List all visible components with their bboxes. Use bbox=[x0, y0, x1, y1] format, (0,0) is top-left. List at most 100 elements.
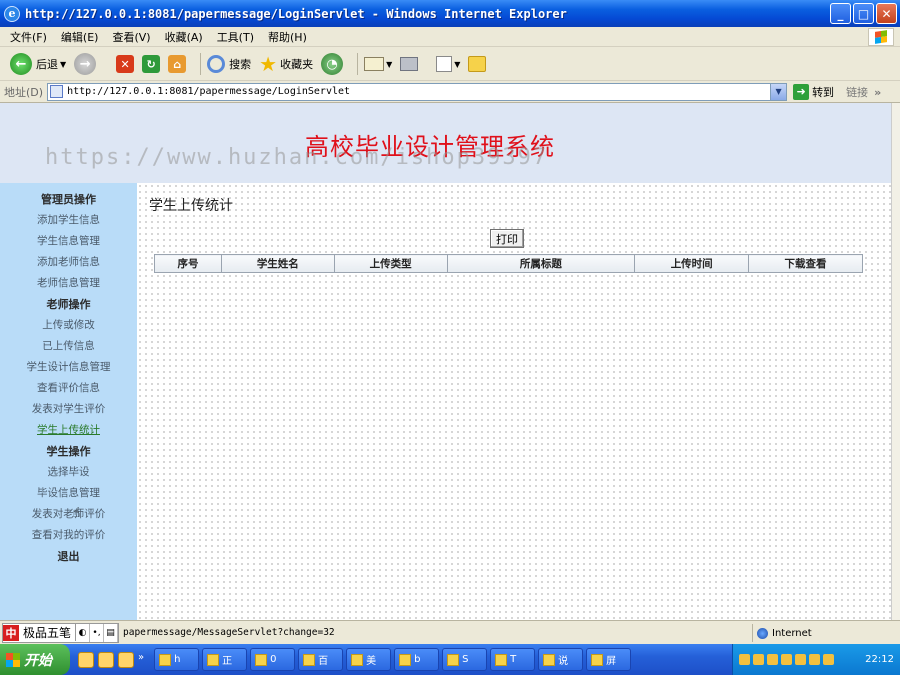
window-title-bar[interactable]: e http://127.0.0.1:8081/papermessage/Log… bbox=[0, 0, 900, 27]
close-button[interactable]: ✕ bbox=[876, 3, 897, 24]
tray-icon[interactable] bbox=[795, 654, 806, 665]
taskbar-button[interactable]: h bbox=[154, 648, 200, 671]
taskbar-button[interactable]: 百 bbox=[298, 648, 344, 671]
print-toolbar-button[interactable] bbox=[400, 57, 419, 71]
security-zone: Internet bbox=[752, 624, 892, 642]
home-button[interactable]: ⌂ bbox=[168, 55, 187, 73]
favorites-button[interactable]: ★ 收藏夹 bbox=[259, 54, 313, 74]
address-url: http://127.0.0.1:8081/papermessage/Login… bbox=[67, 86, 351, 97]
links-button[interactable]: 链接 » bbox=[846, 84, 881, 100]
taskbar-button[interactable]: b bbox=[394, 648, 440, 671]
tray-icon[interactable] bbox=[809, 654, 820, 665]
sidebar-item-logout[interactable]: 退出 bbox=[0, 546, 137, 567]
go-label: 转到 bbox=[812, 85, 835, 99]
quick-launch-icon[interactable] bbox=[118, 651, 134, 668]
ime-logo-icon: 中 bbox=[3, 624, 19, 641]
tray-icon[interactable] bbox=[753, 654, 764, 665]
app-icon bbox=[495, 653, 508, 666]
sidebar-item-review-student[interactable]: 发表对学生评价 bbox=[0, 399, 137, 420]
sidebar-item-choose-topic[interactable]: 选择毕设 bbox=[0, 462, 137, 483]
taskbar-button[interactable]: 0 bbox=[250, 648, 296, 671]
sidebar-item-review-teacher[interactable]: 发表对老师评价 bbox=[0, 504, 137, 525]
tray-icon[interactable] bbox=[767, 654, 778, 665]
sidebar-item-uploaded[interactable]: 已上传信息 bbox=[0, 336, 137, 357]
back-label: 后退 bbox=[36, 58, 58, 71]
column-header-title: 所属标题 bbox=[446, 254, 636, 273]
menu-view[interactable]: 查看(V) bbox=[112, 29, 150, 45]
clock[interactable]: 22:12 bbox=[865, 654, 894, 665]
folder-button[interactable] bbox=[468, 56, 487, 72]
keyboard-icon[interactable]: ▤ bbox=[104, 623, 119, 642]
menu-edit[interactable]: 编辑(E) bbox=[61, 29, 99, 45]
sidebar-item-student-manage[interactable]: 学生信息管理 bbox=[0, 231, 137, 252]
back-dropdown-icon[interactable]: ▼ bbox=[60, 60, 66, 69]
tray-icon[interactable] bbox=[781, 654, 792, 665]
ime-toolbar[interactable]: 中 极品五笔 ◐ •, ▤ bbox=[2, 622, 120, 643]
history-button[interactable]: ◔ bbox=[321, 53, 344, 75]
menu-favorites[interactable]: 收藏(A) bbox=[165, 29, 203, 45]
taskbar-button[interactable]: 正 bbox=[202, 648, 248, 671]
sidebar-item-add-student[interactable]: 添加学生信息 bbox=[0, 210, 137, 231]
taskbar-button-label: 美 bbox=[366, 656, 377, 667]
mail-button[interactable]: ▼ bbox=[364, 57, 392, 71]
tray-icon[interactable] bbox=[823, 654, 834, 665]
app-icon bbox=[447, 653, 460, 666]
taskbar-button-label: 说 bbox=[558, 656, 569, 667]
window-title: http://127.0.0.1:8081/papermessage/Login… bbox=[25, 6, 567, 21]
status-url: papermessage/MessageServlet?change=32 bbox=[123, 627, 335, 638]
edit-dropdown-icon[interactable]: ▼ bbox=[454, 60, 460, 69]
moon-icon[interactable]: ◐ bbox=[76, 623, 91, 642]
taskbar-button[interactable]: 屏 bbox=[586, 648, 632, 671]
browser-toolbar: ← 后退 ▼ → ✕ ↻ ⌂ 搜索 ★ 收藏夹 ◔ ▼ ▼ bbox=[0, 48, 900, 81]
start-label: 开始 bbox=[24, 652, 52, 669]
sidebar-item-add-teacher[interactable]: 添加老师信息 bbox=[0, 252, 137, 273]
taskbar-button-label: T bbox=[510, 654, 517, 665]
sidebar-item-upload-stats[interactable]: 学生上传统计 bbox=[0, 420, 137, 441]
sidebar-item-design-manage[interactable]: 学生设计信息管理 bbox=[0, 357, 137, 378]
taskbar-button[interactable]: T bbox=[490, 648, 536, 671]
print-button[interactable]: 打印 bbox=[490, 229, 524, 248]
sidebar-header-student: 学生操作 bbox=[46, 445, 91, 458]
forward-button[interactable]: → bbox=[74, 53, 97, 75]
sidebar-item-topic-manage[interactable]: 毕设信息管理 bbox=[0, 483, 137, 504]
sidebar-item-teacher-manage[interactable]: 老师信息管理 bbox=[0, 273, 137, 294]
search-button[interactable]: 搜索 bbox=[207, 55, 251, 73]
sidebar-item-upload[interactable]: 上传或修改 bbox=[0, 315, 137, 336]
taskbar-button[interactable]: S bbox=[442, 648, 488, 671]
windows-logo-icon bbox=[6, 652, 20, 667]
edit-button[interactable]: ▼ bbox=[436, 56, 460, 72]
folder-icon bbox=[591, 653, 604, 666]
menu-tools[interactable]: 工具(T) bbox=[217, 29, 254, 45]
taskbar-button[interactable]: 美 bbox=[346, 648, 392, 671]
go-arrow-icon: ➜ bbox=[793, 83, 810, 100]
sidebar-item-my-reviews[interactable]: 查看对我的评价 bbox=[0, 525, 137, 546]
start-button[interactable]: 开始 bbox=[0, 644, 70, 675]
stop-button[interactable]: ✕ bbox=[116, 55, 135, 73]
address-dropdown-icon[interactable]: ▼ bbox=[770, 83, 787, 100]
sidebar-header-teacher: 老师操作 bbox=[46, 298, 91, 311]
menu-file[interactable]: 文件(F) bbox=[10, 29, 47, 45]
taskbar-button[interactable]: 说 bbox=[538, 648, 584, 671]
sidebar-item-view-reviews[interactable]: 查看评价信息 bbox=[0, 378, 137, 399]
vertical-scrollbar[interactable] bbox=[891, 103, 900, 620]
toolbar-separator bbox=[357, 53, 359, 75]
maximize-button[interactable]: □ bbox=[853, 3, 874, 24]
edit-page-icon bbox=[436, 56, 453, 72]
quick-launch-icon[interactable] bbox=[78, 651, 94, 668]
taskbar-button-label: 百 bbox=[318, 656, 329, 667]
ime-name: 极品五笔 bbox=[19, 624, 77, 641]
sidebar-header-admin: 管理员操作 bbox=[41, 193, 96, 206]
mail-dropdown-icon[interactable]: ▼ bbox=[386, 60, 392, 69]
go-button[interactable]: ➜ 转到 bbox=[793, 83, 835, 100]
taskbar-button-label: 屏 bbox=[606, 656, 617, 667]
punctuation-icon[interactable]: •, bbox=[90, 623, 105, 642]
minimize-button[interactable]: _ bbox=[830, 3, 851, 24]
menu-help[interactable]: 帮助(H) bbox=[268, 29, 307, 45]
tray-icon[interactable] bbox=[739, 654, 750, 665]
refresh-button[interactable]: ↻ bbox=[142, 55, 161, 73]
ie-logo-icon: e bbox=[4, 5, 20, 22]
quick-launch-icon[interactable] bbox=[98, 651, 114, 668]
address-input[interactable]: http://127.0.0.1:8081/papermessage/Login… bbox=[47, 82, 788, 101]
back-button[interactable]: ← 后退 ▼ bbox=[10, 53, 66, 75]
chevron-right-icon[interactable]: » bbox=[138, 652, 144, 668]
